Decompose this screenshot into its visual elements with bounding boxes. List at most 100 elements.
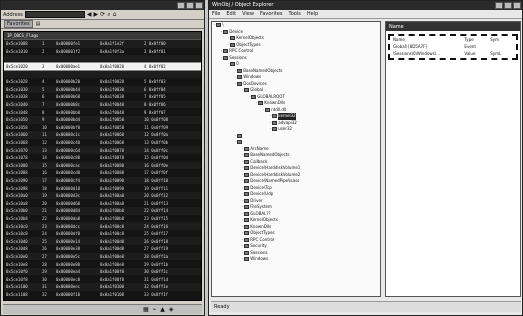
tree-expander-icon[interactable]: · [228,61,229,68]
column-sym[interactable]: Sym [490,37,516,42]
detail-cell: SymL [490,51,502,56]
list-cell-c3: 0x00000cac [56,162,81,168]
highlight-box: Name Type Sym Global\{8D5A7F} Event \Sessi… [388,34,518,60]
column-name[interactable]: Name [393,37,464,42]
scroll-icon[interactable]: ▦ [143,306,149,313]
list-row[interactable]: 0x5ce1058 10 0x00000bf8 0x0a1f0058 11 0x0ff0… [4,124,201,132]
list-row[interactable] [4,70,201,78]
tree-expander-icon[interactable]: · [221,29,222,36]
tree-expander-icon[interactable]: · [270,126,271,133]
list-row[interactable]: 0x5ce1010 2 0x000001f2 0x0a1f0f3a 3 0x0ff01 [4,48,201,56]
list-cell-c4: 0x0a1f00b0 [100,208,125,214]
list-row[interactable]: 0x5ce10d0 25 0x00000e14 0x0a1f00d0 26 0x0ff1… [4,237,201,246]
tree-node[interactable]: · Windows [212,256,380,263]
menu-help[interactable]: Help [307,11,318,17]
list-cell-c2: 19 [42,193,47,199]
address-input[interactable] [24,11,85,18]
minimize-button[interactable] [177,2,185,9]
tree-expander-icon[interactable]: · [235,139,236,146]
list-cell-c5: 3 0x0ff01 [144,48,166,54]
list-row[interactable]: 0x5ce1108 32 0x00000f10 0x0a1f0108 33 0x0ff1… [4,291,201,299]
tree-expander-icon[interactable]: · [249,94,250,101]
tree-expander-icon[interactable]: · [242,87,243,94]
list-cell-c1: 0x5ce10d8 [6,246,28,252]
menu-favorites[interactable]: Favorites [260,11,283,17]
tree-expander-icon[interactable]: · [221,55,222,62]
list-row[interactable]: 0x5ce1040 7 0x00000b8c 0x0a1f0040 8 0x0ff06 [4,100,201,109]
list-row[interactable]: 0x5ce1038 6 0x00000b68 0x0a1f0038 7 0x0ff05 [4,93,201,101]
detail-row[interactable]: \Sessions\0\Windows\... Value SymL [390,50,516,57]
favorites-button[interactable]: Favorites [4,20,33,28]
list-header[interactable]: IP_DOCS_Flags [4,32,201,40]
list-row[interactable]: 0x5ce1098 18 0x00000d18 0x0a1f0098 19 0x0ff1… [4,184,201,192]
list-row[interactable]: 0x5ce1028 4 0x00000b20 0x0a1f0028 5 0x0ff03 [4,78,201,86]
list-row[interactable]: 0x5ce10c0 23 0x00000dcc 0x0a1f00c0 24 0x0ff1… [4,222,201,230]
list-row[interactable]: 0x5ce10b0 21 0x00000d84 0x0a1f00b0 22 0x0ff1… [4,207,201,215]
list-row[interactable]: 0x5ce1090 17 0x00000cf4 0x0a1f0090 18 0x0ff1… [4,176,201,185]
tree-node-label: user32 [278,126,293,131]
right-titlebar[interactable]: WinObj / Object Explorer [209,1,522,10]
list-cell-c2: 4 [42,79,45,85]
tree-expander-icon[interactable]: · [263,107,264,114]
folder-icon [230,36,236,41]
list-row[interactable]: 0x5ce10e8 28 0x00000e80 0x0a1f00e8 29 0x0ff1… [4,260,201,268]
close-button[interactable] [195,2,203,9]
list-row[interactable]: 0x5ce1068 12 0x00000c40 0x0a1f0068 13 0x0ff0… [4,139,201,147]
left-titlebar[interactable] [1,1,204,10]
flags-list[interactable]: IP_DOCS_Flags 0x5ce1008 1 0x00000fe1 0x0a1f… [3,31,202,301]
list-row[interactable]: 0x5ce1048 8 0x00000bb0 0x0a1f0048 9 0x0ff07 [4,108,201,116]
list-cell-c1: 0x5ce10e8 [6,261,28,267]
list-row[interactable]: 0x5ce10c8 24 0x00000df0 0x0a1f00c8 25 0x0ff1… [4,230,201,238]
list-row[interactable]: 0x5ce1050 9 0x00000bd4 0x0a1f0050 10 0x0ff08 [4,115,201,124]
tree-node-label: 0 [236,61,239,66]
maximize-button[interactable] [504,2,512,9]
list-cell-c5: 14 0x0ff0c [144,147,169,153]
menu-file[interactable]: File [212,11,220,17]
detail-row[interactable]: Global\{8D5A7F} Event [390,43,516,50]
folder-icon [244,172,250,177]
tree-expander-icon[interactable]: · [214,22,215,29]
list-cell-c3: 0x00000dcc [56,223,81,229]
object-tree[interactable]: · \ · Device · KernelObjects · ObjectTypes · RPC … [211,21,381,297]
list-row[interactable]: 0x5ce10f0 29 0x00000ea4 0x0a1f00f0 30 0x0ff1… [4,267,201,276]
forward-icon[interactable]: ▶ [94,11,99,19]
list-row[interactable]: 0x5ce1078 14 0x00000c88 0x0a1f0078 15 0x0ff0… [4,154,201,162]
back-icon[interactable]: ◀ [87,11,92,19]
menu-edit[interactable]: Edit [226,11,236,17]
list-row[interactable]: 0x5ce10e0 27 0x00000e5c 0x0a1f00e0 28 0x0ff1… [4,252,201,261]
maximize-button[interactable] [186,2,194,9]
list-cell-c4: 0x0a1f0078 [100,155,125,161]
folder-icon [244,192,250,197]
close-button[interactable] [513,2,521,9]
list-row[interactable]: 0x5ce10b8 22 0x00000da8 0x0a1f00b8 23 0x0ff1… [4,215,201,223]
list-row[interactable]: 0x5ce1008 1 0x00000fe1 0x0a1f1e2f 2 0x0ff00 [4,40,201,48]
search-icon[interactable]: ⌕ [107,11,110,19]
list-row[interactable]: 0x5ce10f8 30 0x00000ec8 0x0a1f00f8 31 0x0ff1… [4,275,201,283]
list-row[interactable]: 0x5ce1020 3 0x00000ae1 0x0a1f0020 4 0x0ff02 [4,61,201,72]
list-cell-c1: 0x5ce1038 [6,94,28,100]
list-row[interactable] [4,55,201,63]
list-cell-c2: 16 [42,170,47,176]
tree-expander-icon[interactable]: · [256,100,257,107]
tree-expander-icon[interactable]: · [242,256,243,263]
menu-tools[interactable]: Tools [289,11,301,17]
list-row[interactable]: 0x5ce1100 31 0x00000eec 0x0a1f0100 32 0x0ff1… [4,283,201,291]
list-cell-c5: 24 0x0ff16 [144,223,169,229]
detail-header-label[interactable]: Name [389,24,404,30]
list-row[interactable]: 0x5ce1088 16 0x00000cd0 0x0a1f0088 17 0x0ff0… [4,169,201,177]
minimize-button[interactable] [495,2,503,9]
list-cell-c4: 0x0a1f0070 [100,147,125,153]
folder-icon[interactable]: ▤ [36,21,41,27]
list-row[interactable]: 0x5ce10d8 26 0x00000e38 0x0a1f00d8 27 0x0ff1… [4,245,201,253]
menu-view[interactable]: View [242,11,254,17]
list-row[interactable]: 0x5ce1060 11 0x00000c1c 0x0a1f0060 12 0x0ff0… [4,131,201,139]
list-row[interactable]: 0x5ce10a8 20 0x00000d60 0x0a1f00a8 21 0x0ff1… [4,199,201,207]
tree-expander-icon[interactable]: · [235,81,236,88]
list-row[interactable]: 0x5ce10a0 19 0x00000d3c 0x0a1f00a0 20 0x0ff1… [4,191,201,200]
column-type[interactable]: Type [464,37,490,42]
list-row[interactable]: 0x5ce1080 15 0x00000cac 0x0a1f0080 16 0x0ff0… [4,161,201,170]
home-icon[interactable]: ⌂ [113,11,117,19]
list-row[interactable]: 0x5ce1070 13 0x00000c64 0x0a1f0070 14 0x0ff0… [4,146,201,154]
list-row[interactable]: 0x5ce1030 5 0x00000b44 0x0a1f0030 6 0x0ff04 [4,85,201,94]
refresh-icon[interactable]: ⟳ [100,11,105,19]
